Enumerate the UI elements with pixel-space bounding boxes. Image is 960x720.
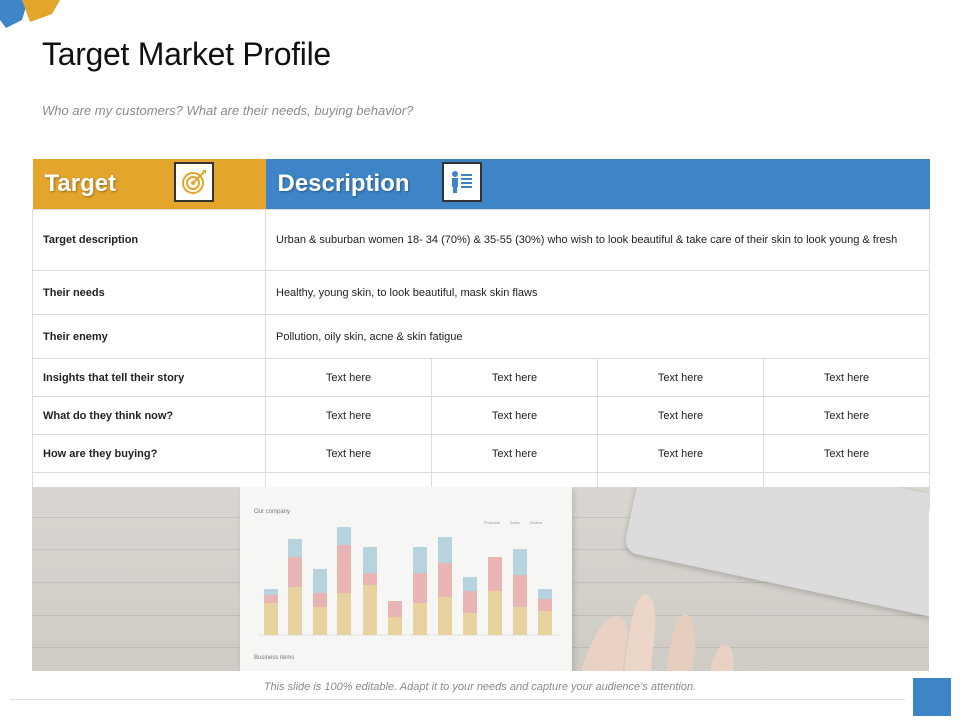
chart-printout: Our company Products Sales Orders Busine… xyxy=(240,487,572,671)
table-cell: Text here xyxy=(265,358,432,397)
page-title: Target Market Profile xyxy=(42,36,331,72)
header-target: Target xyxy=(32,159,266,210)
presenter-icon xyxy=(441,162,482,202)
footer-divider xyxy=(10,699,905,700)
printout-footer: Business items xyxy=(254,655,295,661)
hand-image xyxy=(581,594,734,671)
legend-item: Products xyxy=(483,520,500,525)
table-cell: Text here xyxy=(431,358,598,397)
table-cell: Text here xyxy=(431,396,598,435)
corner-decoration xyxy=(0,0,60,28)
header-description: Description xyxy=(265,159,930,210)
row-description: Pollution, oily skin, acne & skin fatigu… xyxy=(264,314,931,359)
desk-photo: Our company Products Sales Orders Busine… xyxy=(32,487,929,671)
legend-item: Sales xyxy=(509,520,520,525)
target-market-table: Target Description Target description Ur… xyxy=(32,159,931,511)
row-label: How are they buying? xyxy=(32,434,266,473)
table-row: Their enemy Pollution, oily skin, acne &… xyxy=(32,314,931,359)
table-row: Their needs Healthy, young skin, to look… xyxy=(32,270,931,315)
row-label: What do they think now? xyxy=(32,396,266,435)
legend-item: Orders xyxy=(529,520,542,525)
footer-note: This slide is 100% editable. Adapt it to… xyxy=(263,681,697,693)
bar-group xyxy=(264,527,552,635)
table-cell: Text here xyxy=(762,358,931,397)
row-label: Their enemy xyxy=(32,314,266,359)
header-target-label: Target xyxy=(44,170,117,197)
row-label: Target description xyxy=(32,209,266,271)
table-cell: Text here xyxy=(431,434,598,473)
table-row: What do they think now? Text here Text h… xyxy=(32,396,931,435)
row-label: Insights that tell their story xyxy=(32,358,266,397)
table-cell: Text here xyxy=(597,358,764,397)
table-cell: Text here xyxy=(762,434,931,473)
target-icon xyxy=(173,162,214,202)
table-cell: Text here xyxy=(265,434,432,473)
table-row: How are they buying? Text here Text here… xyxy=(32,434,931,473)
table-cell: Text here xyxy=(597,396,764,435)
accent-square xyxy=(913,678,951,716)
table-cell: Text here xyxy=(265,396,432,435)
table-row: Target description Urban & suburban wome… xyxy=(32,209,931,271)
row-description: Urban & suburban women 18- 34 (70%) & 35… xyxy=(264,209,931,271)
table-cell: Text here xyxy=(762,396,931,435)
header-description-label: Description xyxy=(277,170,410,197)
printout-legend: Products Sales Orders xyxy=(484,520,542,525)
printout-bars xyxy=(258,527,560,636)
table-cell: Text here xyxy=(597,434,764,473)
row-label: Their needs xyxy=(32,270,266,315)
printout-heading: Our company xyxy=(254,509,291,515)
row-description: Healthy, young skin, to look beautiful, … xyxy=(264,270,931,315)
page-subtitle: Who are my customers? What are their nee… xyxy=(42,103,414,118)
table-row: Insights that tell their story Text here… xyxy=(32,358,931,397)
